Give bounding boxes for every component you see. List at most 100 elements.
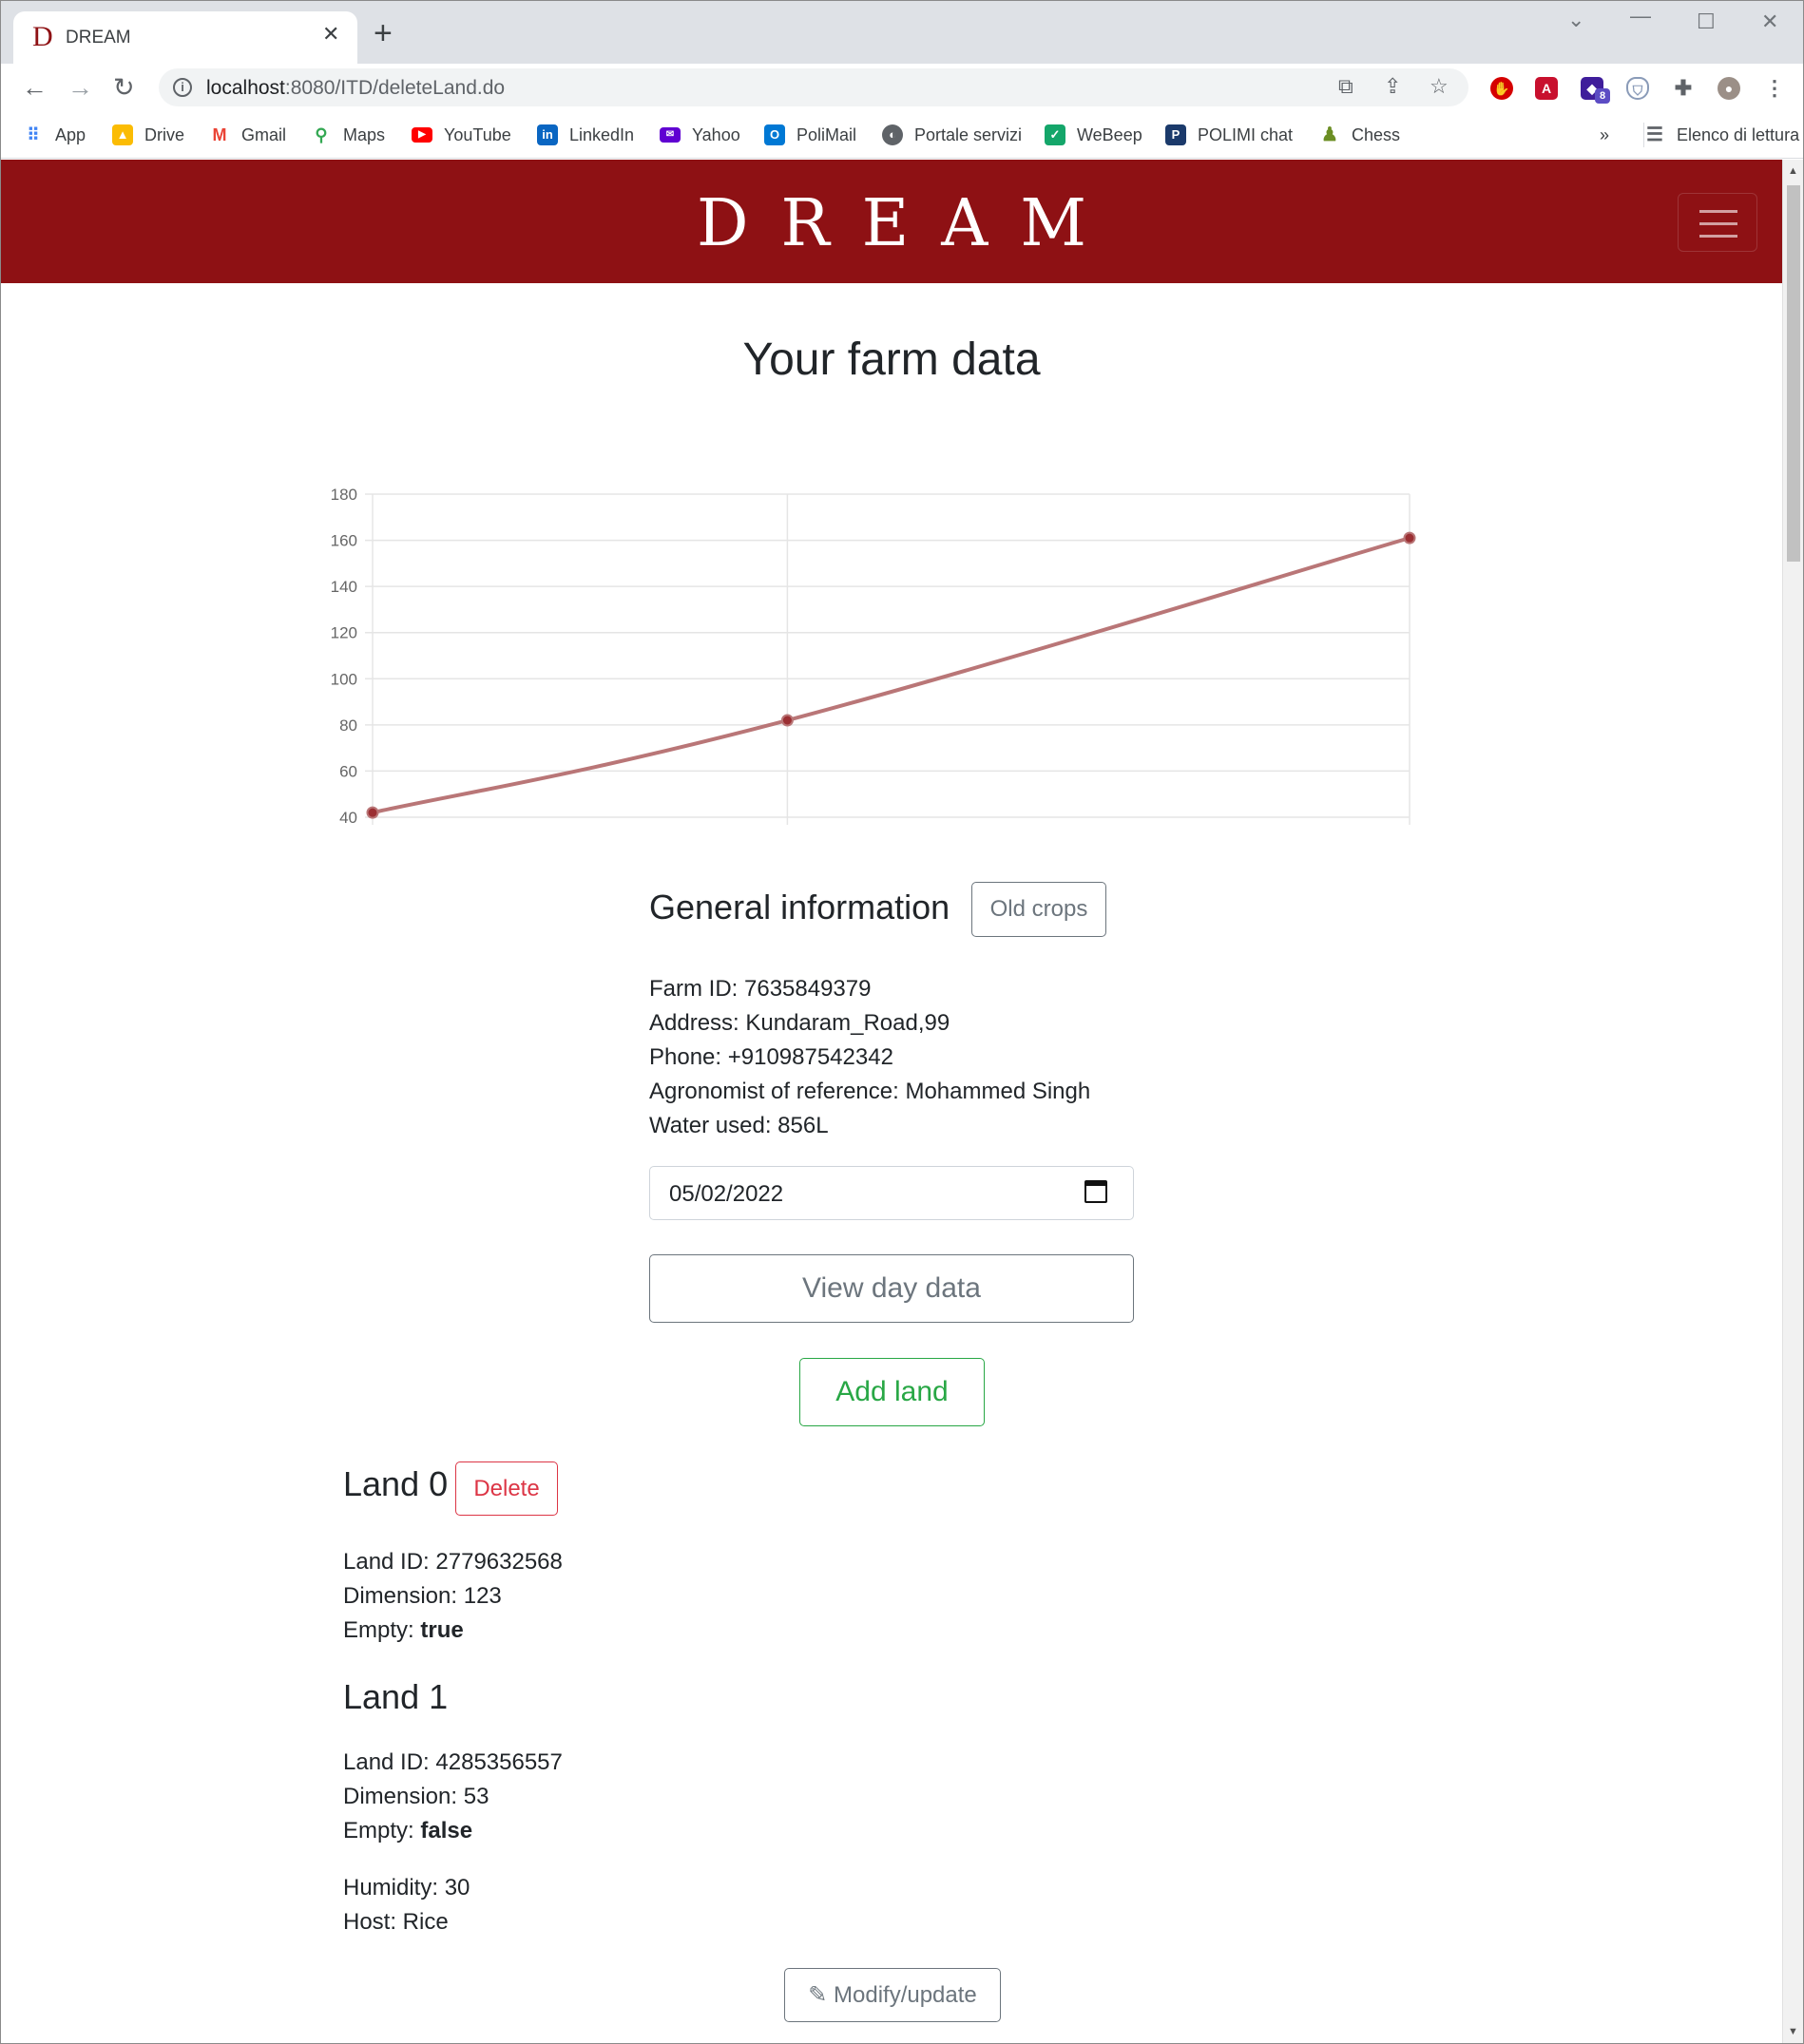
adblock-extension-icon[interactable]: ✋ (1490, 77, 1513, 100)
land-dimension: Dimension: 123 (343, 1583, 502, 1609)
google-maps-icon: ⚲ (311, 124, 332, 145)
yahoo-mail-icon: ✉ (660, 127, 681, 143)
maximize-icon[interactable]: ☐ (1697, 10, 1716, 33)
tab-title: DREAM (66, 28, 131, 48)
land-dimension: Dimension: 53 (343, 1784, 489, 1809)
bookmark-webeep[interactable]: ✓ WeBeep (1045, 123, 1142, 147)
general-info-title: General information (649, 888, 950, 926)
site-navbar: DREAM (1, 160, 1782, 283)
site-info-icon[interactable]: i (173, 78, 192, 97)
bookmark-youtube[interactable]: ▶ YouTube (412, 123, 511, 147)
farm-phone: Phone: +910987542342 (649, 1044, 893, 1070)
old-crops-button[interactable]: Old crops (971, 882, 1106, 937)
scroll-down-icon[interactable]: ▼ (1788, 2026, 1798, 2037)
close-tab-icon[interactable]: ✕ (322, 24, 339, 45)
shield-extension-icon[interactable]: ⛉ (1626, 77, 1649, 100)
y-tick-label: 100 (331, 670, 357, 688)
hamburger-line (1699, 210, 1737, 213)
bookmark-polimi-chat[interactable]: P POLIMI chat (1165, 123, 1293, 147)
address-bar[interactable]: i localhost:8080/ITD/deleteLand.do ⧉ ⇪ ☆ (159, 68, 1468, 106)
translate-icon[interactable]: ⧉ (1338, 76, 1353, 97)
modify-update-label: Modify/update (834, 1982, 977, 2008)
linkedin-icon: in (537, 124, 558, 145)
bookmark-star-icon[interactable]: ☆ (1430, 76, 1449, 97)
land-humidity: Humidity: 30 (343, 1875, 470, 1901)
share-icon[interactable]: ⇪ (1384, 76, 1401, 97)
page-title: Your farm data (742, 334, 1041, 385)
y-tick-label: 80 (339, 716, 357, 735)
bookmarks-overflow-button[interactable]: » (1600, 123, 1609, 147)
y-tick-label: 160 (331, 532, 357, 550)
polimi-icon: P (1165, 124, 1186, 145)
hamburger-line (1699, 235, 1737, 238)
minimize-icon[interactable]: — (1630, 5, 1651, 28)
back-icon[interactable]: ← (22, 75, 48, 101)
pencil-icon: ✎ (808, 1982, 828, 2008)
reading-list-button[interactable]: ☰ Elenco di lettura (1643, 123, 1799, 147)
land-empty: Empty: false (343, 1818, 472, 1844)
bookmark-maps[interactable]: ⚲ Maps (311, 123, 385, 147)
bookmark-chess[interactable]: ♟ Chess (1319, 123, 1400, 147)
brand-logo[interactable]: DREAM (1, 186, 1782, 262)
hamburger-line (1699, 222, 1737, 225)
y-tick-label: 60 (339, 762, 357, 780)
chart-grid (365, 493, 1411, 825)
url-text[interactable]: localhost:8080/ITD/deleteLand.do (206, 77, 505, 100)
view-day-data-button[interactable]: View day data (649, 1254, 1134, 1323)
scroll-up-icon[interactable]: ▲ (1788, 165, 1798, 177)
farm-agronomist: Agronomist of reference: Mohammed Singh (649, 1079, 1091, 1104)
data-point (1403, 531, 1416, 544)
farm-data-chart: 4060801001201401601802022-01-222022-01-2… (331, 486, 1416, 827)
tab-search-icon[interactable]: ⌄ (1567, 9, 1584, 31)
reading-list-icon: ☰ (1644, 124, 1665, 145)
bookmark-drive[interactable]: ▲ Drive (112, 123, 184, 147)
land-title: Land 0 (343, 1464, 449, 1503)
webeep-check-icon: ✓ (1045, 124, 1065, 145)
browser-tab[interactable]: D DREAM ✕ (13, 11, 357, 64)
bookmark-app[interactable]: ⠿ App (23, 123, 86, 147)
bookmark-yahoo[interactable]: ✉ Yahoo (660, 123, 740, 147)
page-viewport: DREAM Your farm data 40 60 80 100 120 140 160 1… (1, 160, 1782, 2043)
land-id: Land ID: 4285356557 (343, 1749, 563, 1775)
bookmark-gmail[interactable]: M Gmail (209, 123, 286, 147)
hamburger-menu-button[interactable] (1678, 193, 1757, 252)
extensions-puzzle-icon[interactable]: ✚ (1672, 77, 1695, 100)
menu-kebab-icon[interactable]: ⋮ (1763, 77, 1786, 100)
bookmarks-bar: ⠿ App ▲ Drive M Gmail ⚲ Maps ▶ YouTube in Link… (1, 111, 1803, 159)
bookmark-polimail[interactable]: O PoliMail (764, 123, 856, 147)
chess-pawn-icon: ♟ (1319, 124, 1340, 145)
date-field[interactable]: 05/02/2022 (649, 1166, 1134, 1220)
tab-strip: D DREAM ✕ + ⌄ — ☐ ✕ (1, 1, 1803, 64)
bookmark-linkedin[interactable]: in LinkedIn (537, 123, 634, 147)
empty-value: true (420, 1617, 464, 1643)
close-window-icon[interactable]: ✕ (1761, 10, 1778, 33)
gmail-icon: M (209, 124, 230, 145)
bookmark-portale-servizi[interactable]: ◐ Portale servizi (882, 123, 1022, 147)
farm-water-used: Water used: 856L (649, 1113, 829, 1138)
new-tab-icon[interactable]: + (374, 17, 393, 49)
modify-update-button[interactable]: ✎ Modify/update (784, 1968, 1001, 2022)
chart-ticks: 4060801001201401601802022-01-222022-01-2… (331, 486, 357, 827)
chart-points (366, 531, 1416, 819)
empty-value: false (420, 1818, 473, 1843)
google-drive-icon: ▲ (112, 124, 133, 145)
land-empty: Empty: true (343, 1617, 464, 1644)
add-land-button[interactable]: Add land (799, 1358, 985, 1426)
page-scrollbar[interactable]: ▲ ▼ (1782, 160, 1803, 2043)
forward-icon[interactable]: → (67, 75, 93, 101)
apps-grid-icon: ⠿ (23, 124, 44, 145)
delete-land-button[interactable]: Delete (455, 1461, 558, 1516)
land-host: Host: Rice (343, 1909, 449, 1935)
browser-toolbar: ← → ↻ i localhost:8080/ITD/deleteLand.do… (1, 64, 1803, 111)
outlook-icon: O (764, 124, 785, 145)
youtube-icon: ▶ (412, 127, 432, 143)
acrobat-extension-icon[interactable]: A (1535, 77, 1558, 100)
y-tick-label: 120 (331, 624, 357, 642)
farm-address: Address: Kundaram_Road,99 (649, 1010, 950, 1036)
calendar-icon[interactable] (1084, 1180, 1107, 1203)
reload-icon[interactable]: ↻ (113, 75, 135, 101)
profile-avatar[interactable]: ● (1718, 77, 1740, 100)
scroll-thumb[interactable] (1787, 185, 1800, 562)
data-point (780, 714, 794, 727)
empty-label: Empty: (343, 1617, 421, 1643)
